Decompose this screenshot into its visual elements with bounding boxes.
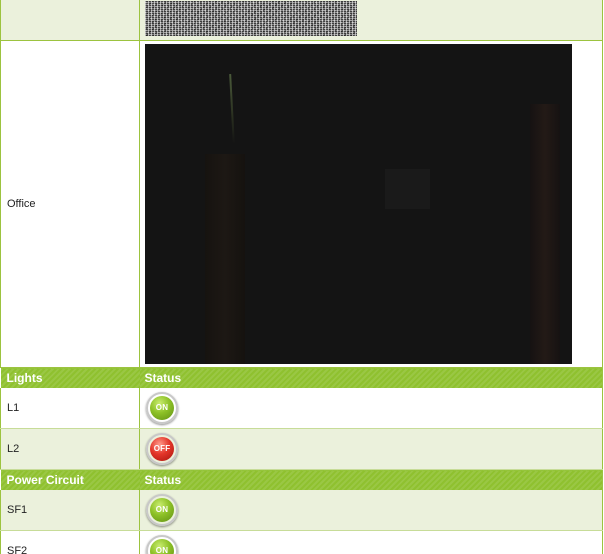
camera-shadow — [385, 169, 430, 209]
power-header-row: Power Circuit Status — [0, 469, 603, 490]
light-row-l2: L2 OFF — [0, 428, 603, 470]
power-name-sf1: SF1 — [0, 490, 140, 531]
camera-shadow — [205, 154, 245, 364]
camera-shadow — [530, 104, 560, 364]
power-sf2-status-label: ON — [150, 539, 174, 554]
device-status-table: Office Lights Status L1 ON L2 OFF Power … — [0, 0, 603, 554]
camera-row-office: Office — [0, 40, 603, 368]
camera-feed-static-noise[interactable] — [145, 1, 357, 36]
page: Office Lights Status L1 ON L2 OFF Power … — [0, 0, 604, 554]
power-header-status: Status — [139, 469, 603, 490]
lights-header-name: Lights — [0, 367, 140, 388]
power-sf1-toggle-button[interactable]: ON — [146, 494, 178, 526]
light-l2-status-label: OFF — [150, 437, 174, 461]
light-name-l2: L2 — [0, 428, 140, 470]
power-row-sf2: SF2 ON — [0, 530, 603, 554]
light-l1-toggle-button[interactable]: ON — [146, 392, 178, 424]
light-name-l1: L1 — [0, 388, 140, 429]
power-header-name: Power Circuit — [0, 469, 140, 490]
camera-label-empty — [0, 0, 140, 41]
power-sf2-toggle-button[interactable]: ON — [146, 535, 178, 554]
lights-header-status: Status — [139, 367, 603, 388]
lights-header-row: Lights Status — [0, 367, 603, 388]
camera-label-office: Office — [0, 40, 140, 368]
camera-row-noise — [0, 0, 603, 41]
power-row-sf1: SF1 ON — [0, 490, 603, 531]
camera-feed-office[interactable] — [145, 44, 572, 364]
power-name-sf2: SF2 — [0, 530, 140, 554]
light-l2-toggle-button[interactable]: OFF — [146, 433, 178, 465]
light-l1-status-label: ON — [150, 396, 174, 420]
power-sf1-status-label: ON — [150, 498, 174, 522]
camera-light-streak — [229, 73, 235, 145]
light-row-l1: L1 ON — [0, 388, 603, 429]
